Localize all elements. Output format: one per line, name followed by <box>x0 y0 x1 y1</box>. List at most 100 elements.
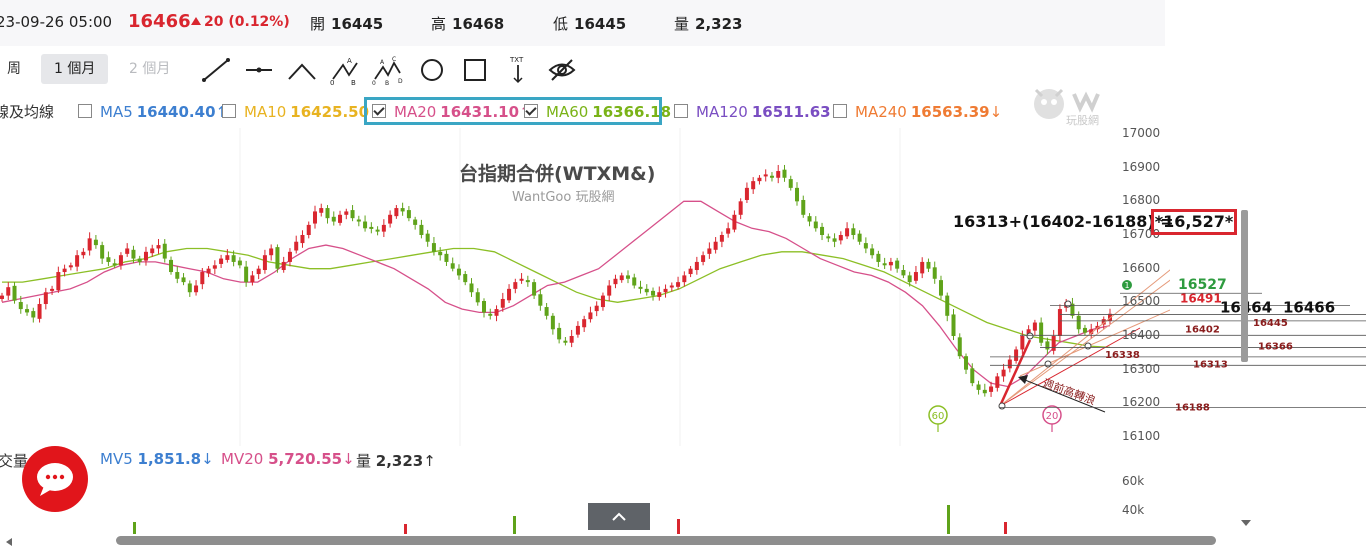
candle-body <box>500 298 505 308</box>
candle-body <box>256 268 261 275</box>
line-tool-icon[interactable] <box>200 55 232 85</box>
level-label: 16402 <box>1185 324 1220 335</box>
vol-stat: 量 2,323↑ <box>356 452 436 470</box>
tab-1-month[interactable]: 1 個月 <box>41 54 109 84</box>
checkbox[interactable] <box>833 104 847 118</box>
hide-drawings-icon[interactable] <box>546 55 578 85</box>
candle-body <box>826 236 831 239</box>
tab-2-month[interactable]: 2 個月 <box>116 54 183 84</box>
rectangle-icon[interactable] <box>459 55 491 85</box>
candle-body <box>200 272 205 285</box>
candle-body <box>938 280 943 296</box>
svg-text:A: A <box>347 57 352 65</box>
chat-button[interactable] <box>22 446 88 512</box>
ma-value: 16511.63 <box>751 103 831 121</box>
circle-icon[interactable] <box>416 55 448 85</box>
svg-text:C: C <box>392 56 396 63</box>
last-price-label: 16466 <box>1283 298 1335 316</box>
candle-body <box>93 239 98 246</box>
scroll-left-arrow-icon[interactable] <box>4 538 14 546</box>
horizontal-line-icon[interactable] <box>243 55 275 85</box>
collapse-panel-button[interactable] <box>588 503 650 530</box>
candle-body <box>269 248 274 256</box>
candle-body <box>513 282 518 289</box>
candle-body <box>262 255 267 271</box>
candle-body <box>75 255 80 267</box>
ma-toggle-ma10[interactable]: MA1016425.50↑ <box>222 101 382 123</box>
candle-body <box>638 286 643 289</box>
scroll-down-arrow-icon[interactable] <box>1240 518 1252 528</box>
level-label: 16313 <box>1193 359 1228 370</box>
candle-body <box>845 228 850 237</box>
candle-body <box>744 187 749 200</box>
candle-body <box>544 307 549 316</box>
candle-body <box>594 305 599 312</box>
candle-body <box>6 287 11 296</box>
svg-text:TXT: TXT <box>509 56 524 64</box>
checkbox[interactable] <box>78 104 92 118</box>
ma-value: 16425.50 <box>290 103 370 121</box>
candle-body <box>143 251 148 261</box>
price-change: 20 (0.12%) <box>191 14 290 30</box>
mv5-stat: MV5 1,851.8↓ <box>100 450 214 468</box>
svg-text:0: 0 <box>330 79 334 85</box>
y-tick-label: 16100 <box>1122 429 1161 443</box>
candle-body <box>663 288 668 293</box>
candle-body <box>50 288 55 291</box>
candle-body <box>275 247 280 269</box>
high-stat: 高 16468 <box>431 15 505 33</box>
candle-body <box>31 311 36 318</box>
candle-body <box>575 325 580 335</box>
checkbox[interactable] <box>222 104 236 118</box>
ma-toggle-ma5[interactable]: MA516440.40↑ <box>78 101 228 123</box>
chevron-up-icon <box>612 512 626 521</box>
ma-highlight-box <box>364 97 662 125</box>
candle-body <box>388 214 393 224</box>
candle-body <box>920 261 925 274</box>
volume-bars <box>133 505 1007 534</box>
candle-body <box>907 275 912 283</box>
candle-body <box>37 304 42 319</box>
wedge-icon[interactable] <box>286 55 318 85</box>
candle-body <box>300 235 305 244</box>
candle-body <box>400 208 405 212</box>
candle-body <box>312 211 317 224</box>
text-marker-icon[interactable]: TXT <box>502 55 534 85</box>
abcd-pattern-icon[interactable]: A C 0 B D <box>372 55 404 85</box>
candle-body <box>62 268 67 273</box>
ma-toggle-ma240[interactable]: MA240 16563.39↓ <box>833 101 1002 123</box>
candle-body <box>613 278 618 285</box>
svg-text:B: B <box>351 79 356 85</box>
candle-body <box>901 270 906 276</box>
vertical-scrollbar[interactable] <box>1241 210 1248 362</box>
candle-body <box>701 255 706 262</box>
tab-week[interactable]: 周 <box>0 54 34 84</box>
candle-body <box>450 263 455 269</box>
candle-body <box>888 261 893 266</box>
candle-body <box>600 295 605 308</box>
candle-body <box>669 285 674 288</box>
candle-body <box>463 274 468 283</box>
candle-body <box>550 315 555 330</box>
candle-body <box>732 214 737 230</box>
candle-body <box>563 340 568 343</box>
checkbox[interactable] <box>674 104 688 118</box>
candle-body <box>625 275 630 279</box>
candle-body <box>456 268 461 276</box>
candle-body <box>56 272 61 291</box>
horizontal-scrollbar[interactable] <box>116 536 1216 545</box>
level-label: 16445 <box>1253 318 1288 329</box>
candle-body <box>469 283 474 293</box>
abc-pattern-icon[interactable]: A 0 B <box>329 55 361 85</box>
candle-body <box>713 241 718 250</box>
candle-body <box>801 199 806 215</box>
candle-body <box>738 201 743 215</box>
candle-body <box>106 257 111 262</box>
candle-body <box>707 248 712 254</box>
ma-name: MA240 <box>855 103 907 121</box>
ma20-line <box>1 200 1111 388</box>
quote-datetime: 23-09-26 05:00 <box>0 13 113 31</box>
ma-toggle-ma120[interactable]: MA12016511.63↓ <box>674 101 843 123</box>
volume-stat: 量 2,323 <box>674 15 743 33</box>
candle-body <box>444 253 449 262</box>
